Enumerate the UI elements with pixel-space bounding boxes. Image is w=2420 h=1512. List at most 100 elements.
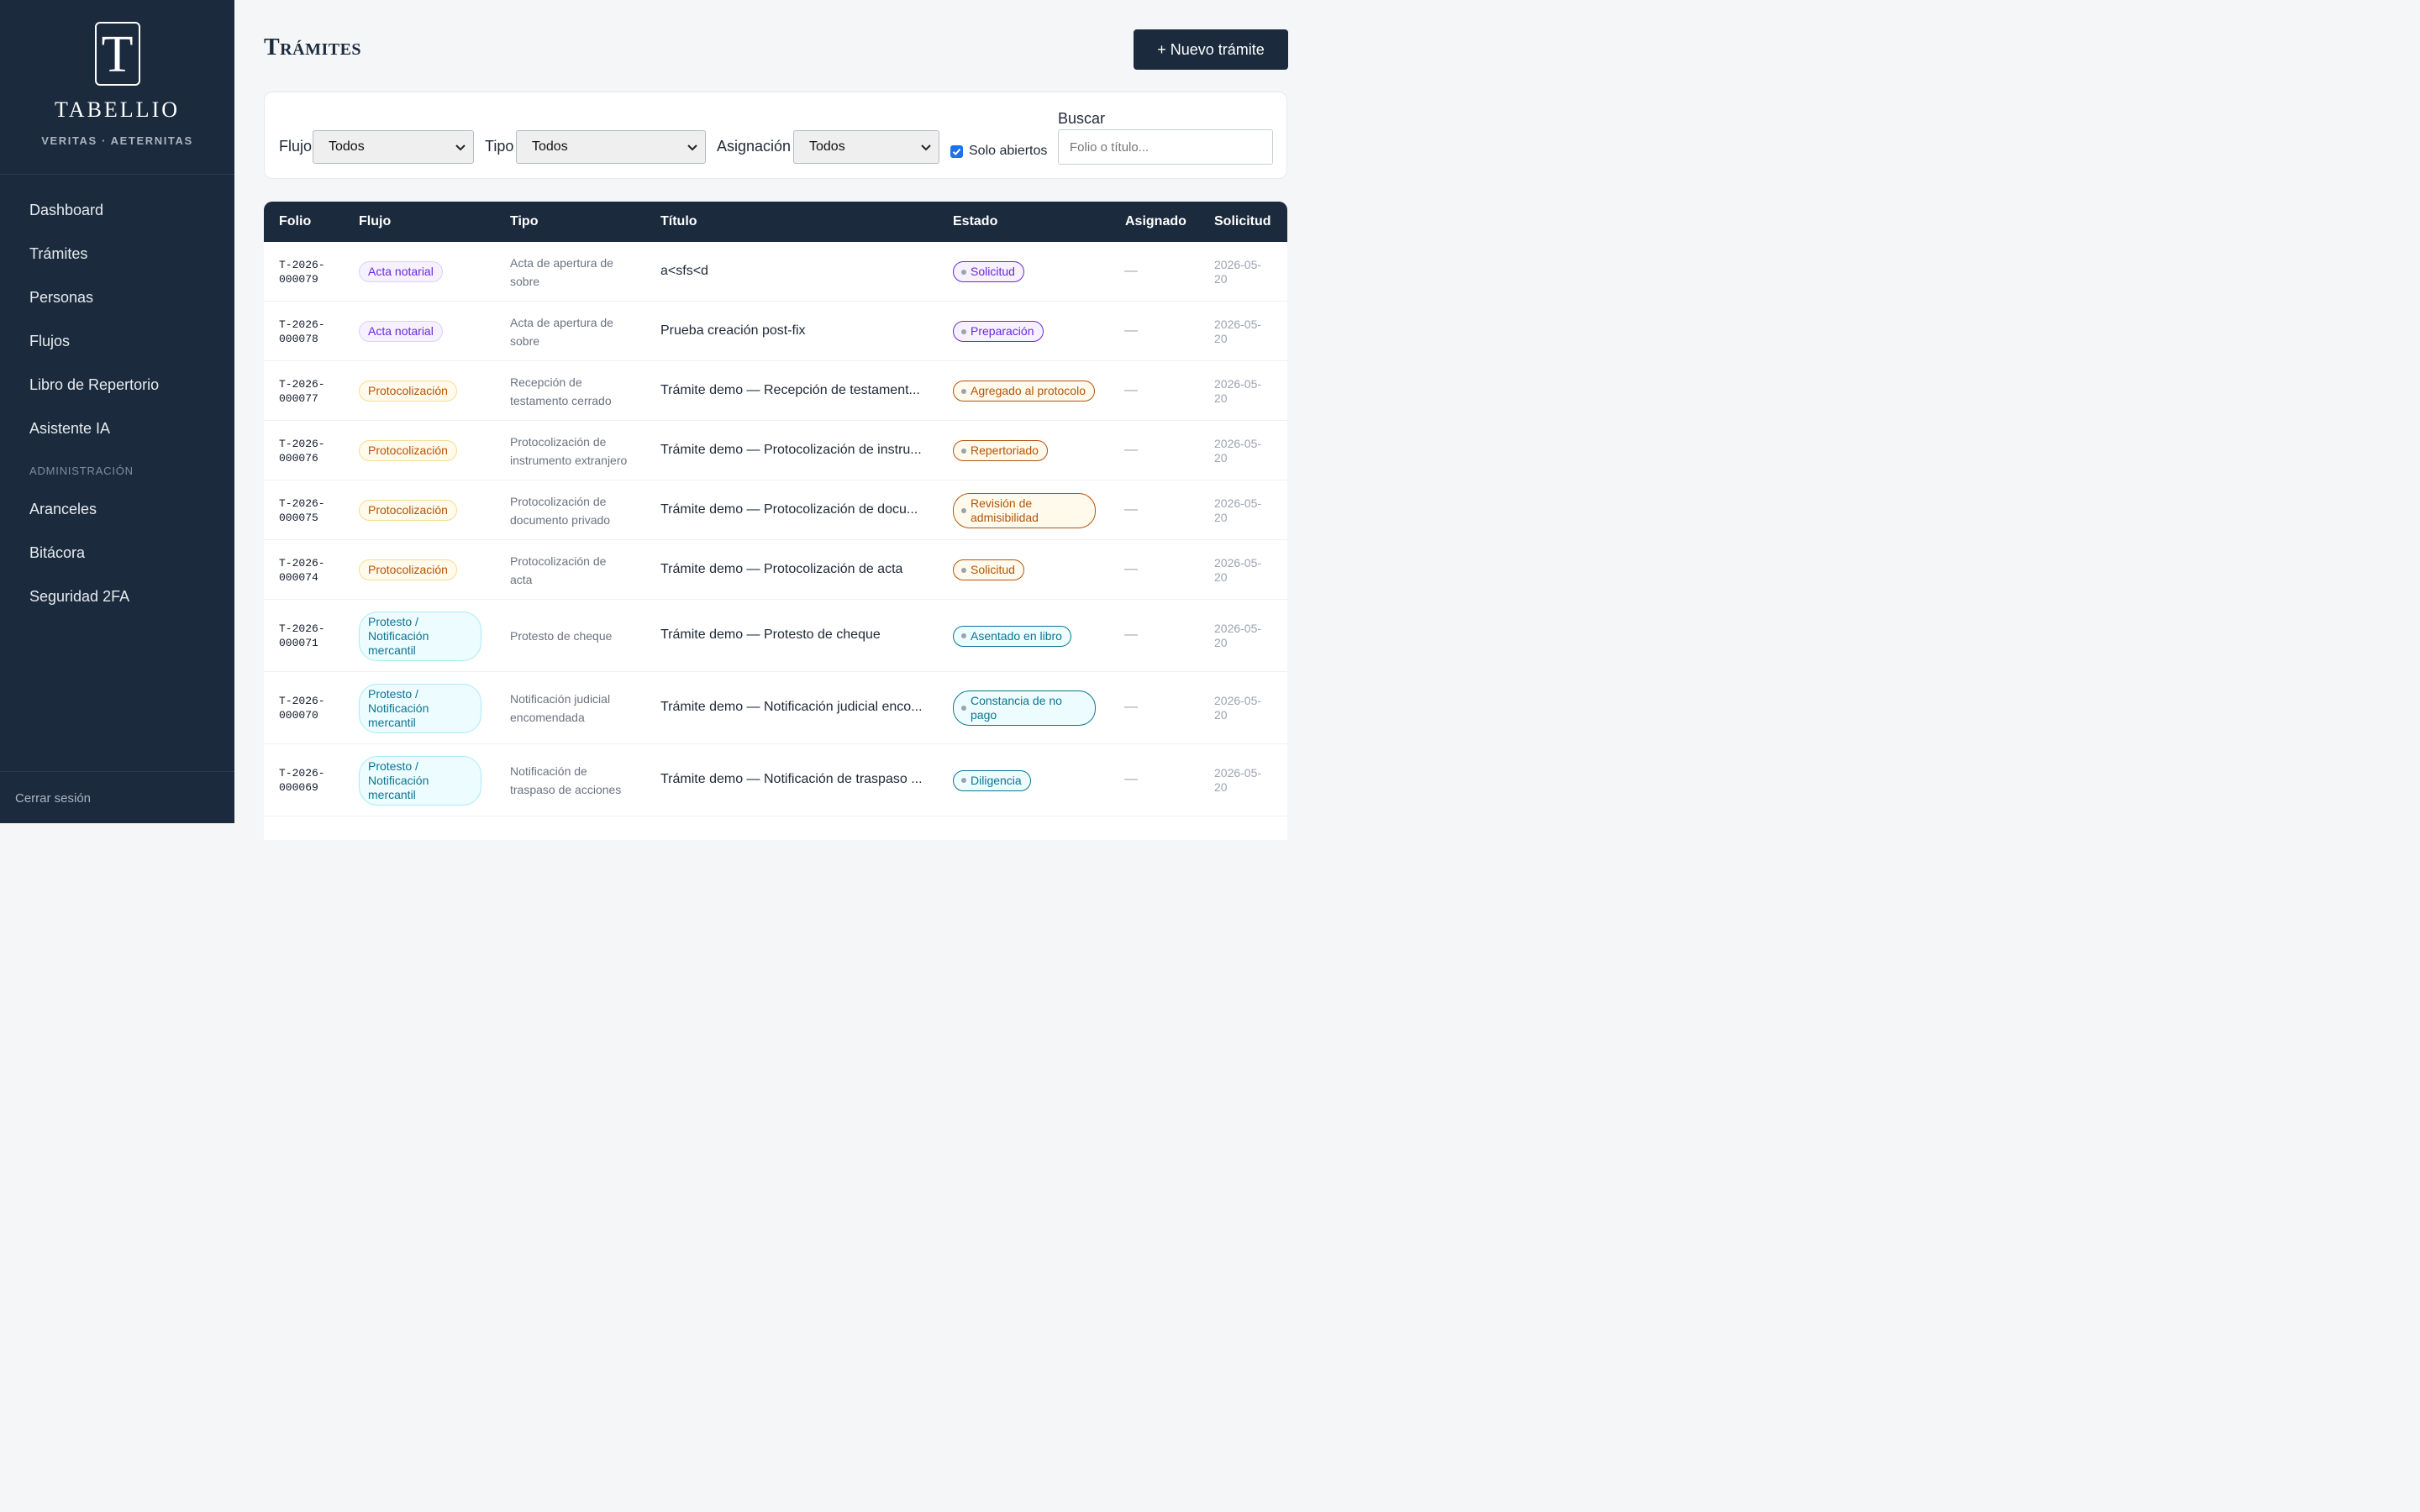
sidebar-item-dashboard[interactable]: Dashboard <box>0 188 234 232</box>
solo-abiertos-checkbox[interactable] <box>950 145 963 158</box>
sidebar-item-bitacora[interactable]: Bitácora <box>0 531 234 575</box>
line: encomendada <box>510 711 585 724</box>
solicitud-date: 2026-05- 20 <box>1214 556 1273 585</box>
line: Protocolización <box>368 503 448 517</box>
col-flujo[interactable]: Flujo <box>359 214 391 229</box>
titulo-link[interactable]: Trámite demo — Protocolización de docu..… <box>660 502 918 517</box>
sidebar-item-tramites[interactable]: Trámites <box>0 232 234 276</box>
line: T-2026- <box>279 556 325 570</box>
table-row[interactable]: T-2026- 000075 Protocolización Protocolizac… <box>264 480 1287 540</box>
asignado-cell: — <box>1124 627 1138 642</box>
line: traspaso de acciones <box>510 783 622 796</box>
titulo-link[interactable]: Trámite demo — Notificación judicial enc… <box>660 700 923 715</box>
asignacion-select-value: Todos <box>809 139 845 154</box>
line: Protesto / <box>368 614 418 628</box>
folio-cell[interactable]: T-2026- 000077 <box>279 377 338 406</box>
line: T-2026- <box>279 258 325 271</box>
asignacion-select[interactable]: Todos <box>793 130 939 164</box>
filters-panel: Flujo Todos Tipo Todos Asignación Todos … <box>264 92 1287 179</box>
tramites-table: Folio Flujo Tipo Título Estado Asignado … <box>264 202 1287 840</box>
folio-cell[interactable]: T-2026- 000078 <box>279 318 338 346</box>
line: 20 <box>1214 271 1228 286</box>
line: 2026-05- <box>1214 496 1262 510</box>
asignado-cell: — <box>1124 323 1138 338</box>
line: Solicitud <box>971 265 1015 278</box>
titulo-link[interactable]: Trámite demo — Protesto de cheque <box>660 627 881 643</box>
folio-cell[interactable]: T-2026- 000076 <box>279 437 338 465</box>
logout-link[interactable]: Cerrar sesión <box>15 791 91 806</box>
tipo-select[interactable]: Todos <box>516 130 706 164</box>
search-input[interactable] <box>1058 129 1273 165</box>
col-titulo[interactable]: Título <box>660 214 697 229</box>
estado-badge: Repertoriado <box>953 440 1048 461</box>
table-row[interactable]: T-2026- 000078 Acta notarial Acta de apertu… <box>264 302 1287 361</box>
table-row[interactable]: T-2026- 000070 Protesto / Notificación merca… <box>264 672 1287 744</box>
line: 000076 <box>279 451 318 465</box>
asignacion-label: Asignación <box>717 138 792 155</box>
estado-badge: Diligencia <box>953 769 1031 791</box>
flujo-badge: Acta notarial <box>359 321 443 342</box>
new-tramite-button[interactable]: + Nuevo trámite <box>1134 29 1288 70</box>
line: mercantil <box>368 787 416 801</box>
folio-cell[interactable]: T-2026- 000075 <box>279 496 338 525</box>
line: Notificación judicial <box>510 692 611 706</box>
tipo-select-value: Todos <box>532 139 568 154</box>
line: T-2026- <box>279 496 325 510</box>
sidebar-item-asistente-ia[interactable]: Asistente IA <box>0 407 234 450</box>
line: Recepción de <box>510 375 582 389</box>
sidebar-item-personas[interactable]: Personas <box>0 276 234 319</box>
sidebar-item-aranceles[interactable]: Aranceles <box>0 487 234 531</box>
line: mercantil <box>368 643 416 657</box>
line: 000071 <box>279 637 318 649</box>
line: instrumento extranjero <box>510 453 628 467</box>
chevron-down-icon <box>687 144 697 151</box>
status-dot-icon <box>961 633 966 638</box>
line: Protocolización <box>368 444 448 457</box>
titulo-link[interactable]: a<sfs<d <box>660 264 708 279</box>
solo-abiertos-label: Solo abiertos <box>969 144 1048 158</box>
estado-badge: Revisión de admisibilidad <box>953 492 1096 528</box>
line: pago <box>971 708 997 722</box>
sidebar-item-seguridad-2fa[interactable]: Seguridad 2FA <box>0 575 234 618</box>
line: Acta notarial <box>368 324 434 338</box>
asignado-cell: — <box>1124 263 1138 278</box>
col-tipo[interactable]: Tipo <box>510 214 538 229</box>
col-estado[interactable]: Estado <box>953 214 997 229</box>
sidebar-item-libro-repertorio[interactable]: Libro de Repertorio <box>0 363 234 407</box>
col-folio[interactable]: Folio <box>279 214 311 229</box>
table-row[interactable]: T-2026- 000076 Protocolización Protocolizac… <box>264 421 1287 480</box>
sidebar-item-flujos[interactable]: Flujos <box>0 319 234 363</box>
titulo-link[interactable]: Trámite demo — Protocolización de acta <box>660 562 902 577</box>
checkmark-icon <box>952 148 961 155</box>
folio-cell[interactable]: T-2026- 000079 <box>279 258 338 286</box>
line: T-2026- <box>279 377 325 391</box>
titulo-link[interactable]: Trámite demo — Notificación de traspaso … <box>660 772 923 787</box>
line: Acta de apertura de <box>510 255 613 270</box>
flujo-badge: Protesto / Notificación mercantil <box>359 611 481 661</box>
line: Protocolización <box>368 563 448 576</box>
table-row[interactable]: T-2026- 000071 Protesto / Notificación merca… <box>264 600 1287 672</box>
titulo-link[interactable]: Prueba creación post-fix <box>660 323 806 339</box>
table-row[interactable]: T-2026- 000069 Protesto / Notificación merca… <box>264 744 1287 816</box>
folio-cell[interactable]: T-2026- 000070 <box>279 694 338 722</box>
status-dot-icon <box>961 706 966 711</box>
table-row[interactable]: T-2026- 000079 Acta notarial Acta de apertu… <box>264 242 1287 302</box>
line: Asentado en libro <box>971 628 1062 643</box>
table-row[interactable]: T-2026- 000074 Protocolización Protocolizac… <box>264 540 1287 600</box>
titulo-link[interactable]: Trámite demo — Recepción de testament... <box>660 383 920 398</box>
col-solicitud[interactable]: Solicitud <box>1214 214 1271 229</box>
flujo-select[interactable]: Todos <box>313 130 474 164</box>
titulo-link[interactable]: Trámite demo — Protocolización de instru… <box>660 443 922 458</box>
folio-cell[interactable]: T-2026- 000071 <box>279 622 338 650</box>
line: Protesto / <box>368 686 418 701</box>
table-row[interactable]: T-2026- 000077 Protocolización Recepción de… <box>264 361 1287 421</box>
flujo-badge: Protocolización <box>359 559 457 580</box>
line: T-2026- <box>279 767 325 780</box>
estado-badge: Constancia de no pago <box>953 690 1096 726</box>
solicitud-date: 2026-05- 20 <box>1214 496 1273 525</box>
folio-cell[interactable]: T-2026- 000074 <box>279 556 338 585</box>
folio-cell[interactable]: T-2026- 000069 <box>279 766 338 795</box>
solicitud-date: 2026-05- 20 <box>1214 318 1273 346</box>
line: 20 <box>1214 570 1228 584</box>
col-asignado[interactable]: Asignado <box>1125 214 1186 229</box>
